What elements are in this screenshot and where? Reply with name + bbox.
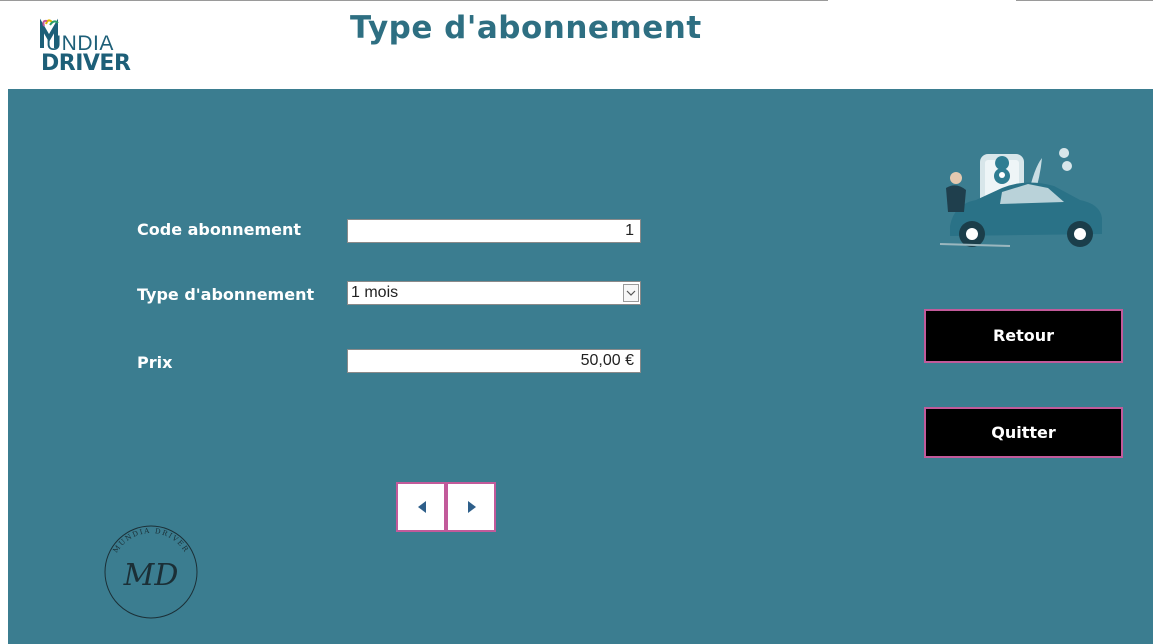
seal-ring-text: MUNDIA DRIVER: [112, 527, 189, 555]
logo-word-driver: DRIVER: [41, 51, 131, 76]
type-abonnement-label: Type d'abonnement: [137, 285, 315, 304]
code-abonnement-field[interactable]: 1: [347, 219, 641, 243]
mundia-driver-logo: UNDIA DRIVER: [36, 18, 146, 78]
previous-record-button[interactable]: [396, 482, 446, 532]
type-abonnement-selected-value: 1 mois: [351, 284, 399, 301]
top-divider-right: [1016, 0, 1153, 1]
quitter-button[interactable]: Quitter: [924, 407, 1123, 458]
prix-field[interactable]: 50,00 €: [347, 349, 641, 373]
dropdown-button[interactable]: [623, 284, 639, 302]
car-illustration: [930, 148, 1110, 262]
top-divider-left: [0, 0, 828, 1]
prix-label: Prix: [137, 353, 173, 372]
page-title: Type d'abonnement: [350, 10, 702, 46]
retour-button[interactable]: Retour: [924, 309, 1123, 363]
triangle-right-icon: [468, 501, 476, 513]
svg-text:MUNDIA DRIVER: MUNDIA DRIVER: [112, 527, 191, 555]
code-abonnement-label: Code abonnement: [137, 220, 302, 239]
type-abonnement-select[interactable]: 1 mois: [347, 281, 641, 305]
next-record-button[interactable]: [446, 482, 496, 532]
triangle-left-icon: [418, 501, 426, 513]
md-seal-logo: MUNDIA DRIVER MD: [104, 525, 198, 619]
seal-initials: MD: [123, 558, 179, 593]
chevron-down-icon: [626, 290, 636, 296]
